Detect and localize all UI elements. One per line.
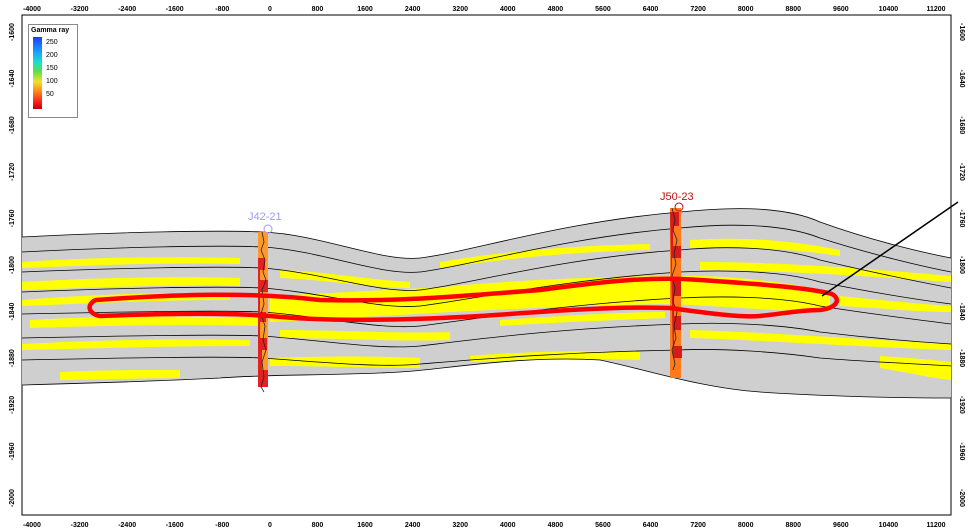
x-axis-tick-label: 8000 (738, 522, 754, 529)
y-axis-tick-label: -1640 (958, 70, 965, 88)
x-axis-tick-label: 6400 (643, 522, 659, 529)
y-axis-tick-label: -1600 (958, 23, 965, 41)
y-axis-tick-label: -1720 (958, 163, 965, 181)
x-axis-tick-label: 800 (312, 6, 324, 13)
x-axis-tick-label: 10400 (879, 6, 899, 13)
cross-section-viewer[interactable]: -4000 -3200 -2400 -1600 -800 0 800 1600 2400 3200… (0, 0, 970, 531)
x-axis-tick-label: -4000 (23, 6, 41, 13)
x-axis-tick-label: 1600 (357, 6, 373, 13)
x-axis-tick-label: 4000 (500, 522, 516, 529)
y-axis-tick-label: -2000 (958, 489, 965, 507)
x-axis-tick-label: 9600 (833, 6, 849, 13)
y-axis-tick-label: -1720 (9, 163, 16, 181)
x-axis-tick-label: 7200 (690, 6, 706, 13)
x-axis-tick-label: 8800 (785, 6, 801, 13)
x-axis-tick-label: 4000 (500, 6, 516, 13)
legend-label: 50 (46, 91, 54, 98)
legend-label: 200 (46, 52, 58, 59)
x-axis-tick-label: -2400 (118, 522, 136, 529)
y-axis-tick-label: -1640 (9, 70, 16, 88)
well-name-label: J42-21 (248, 211, 282, 223)
x-axis-tick-label: 9600 (833, 522, 849, 529)
x-axis-tick-label: 8000 (738, 6, 754, 13)
y-axis-tick-label: -1880 (9, 349, 16, 367)
x-axis-tick-label: -800 (215, 522, 229, 529)
y-axis-tick-label: -1800 (958, 256, 965, 274)
y-axis-tick-label: -1760 (958, 209, 965, 227)
x-axis-tick-label: 11200 (926, 522, 945, 529)
x-axis-tick-label: 11200 (926, 6, 945, 13)
y-axis-right: -1600 -1640 -1680 -1720 -1760 -1800 -1840 -1880… (958, 23, 965, 507)
legend-label: 100 (46, 78, 58, 85)
y-axis-tick-label: -1960 (958, 442, 965, 460)
x-axis-tick-label: 10400 (879, 522, 899, 529)
x-axis-tick-label: -3200 (71, 6, 89, 13)
x-axis-tick-label: 2400 (405, 6, 421, 13)
y-axis-tick-label: -1800 (9, 256, 16, 274)
y-axis-tick-label: -2000 (9, 489, 16, 507)
x-axis-tick-label: -800 (215, 6, 229, 13)
legend-label: 150 (46, 65, 58, 72)
x-axis-tick-label: 4800 (548, 522, 564, 529)
x-axis-tick-label: 0 (268, 522, 272, 529)
x-axis-tick-label: -3200 (71, 522, 89, 529)
x-axis-bottom: -4000 -3200 -2400 -1600 -800 0 800 1600 2400 3200… (23, 522, 946, 529)
x-axis-tick-label: 5600 (595, 522, 611, 529)
y-axis-tick-label: -1680 (9, 116, 16, 134)
cross-section-plot: -4000 -3200 -2400 -1600 -800 0 800 1600 2400 3200… (9, 6, 965, 529)
legend-title: Gamma ray (31, 27, 70, 34)
x-axis-tick-label: 6400 (643, 6, 659, 13)
legend-color-bar (33, 37, 42, 109)
x-axis-tick-label: -1600 (166, 6, 184, 13)
y-axis-tick-label: -1960 (9, 442, 16, 460)
x-axis-tick-label: 2400 (405, 522, 421, 529)
legend-label: 250 (46, 39, 58, 46)
y-axis-tick-label: -1880 (958, 349, 965, 367)
x-axis-tick-label: 8800 (785, 522, 801, 529)
gamma-ray-legend[interactable]: Gamma ray 250 200 150 100 50 (28, 24, 78, 118)
y-axis-tick-label: -1680 (958, 116, 965, 134)
x-axis-tick-label: 1600 (357, 522, 373, 529)
y-axis-tick-label: -1600 (9, 23, 16, 41)
x-axis-tick-label: 7200 (690, 522, 706, 529)
x-axis-tick-label: 800 (312, 522, 324, 529)
x-axis-tick-label: -4000 (23, 522, 41, 529)
y-axis-tick-label: -1840 (958, 303, 965, 321)
x-axis-tick-label: 3200 (452, 6, 468, 13)
x-axis-tick-label: 0 (268, 6, 272, 13)
y-axis-tick-label: -1920 (958, 396, 965, 414)
x-axis-tick-label: 4800 (548, 6, 564, 13)
x-axis-tick-label: -1600 (166, 522, 184, 529)
y-axis-left: -1600 -1640 -1680 -1720 -1760 -1800 -1840 -1880… (9, 23, 16, 507)
x-axis-tick-label: -2400 (118, 6, 136, 13)
y-axis-tick-label: -1760 (9, 209, 16, 227)
y-axis-tick-label: -1920 (9, 396, 16, 414)
y-axis-tick-label: -1840 (9, 303, 16, 321)
x-axis-top: -4000 -3200 -2400 -1600 -800 0 800 1600 2400 3200… (23, 6, 946, 13)
well-name-label: J50-23 (660, 191, 694, 203)
x-axis-tick-label: 5600 (595, 6, 611, 13)
x-axis-tick-label: 3200 (452, 522, 468, 529)
